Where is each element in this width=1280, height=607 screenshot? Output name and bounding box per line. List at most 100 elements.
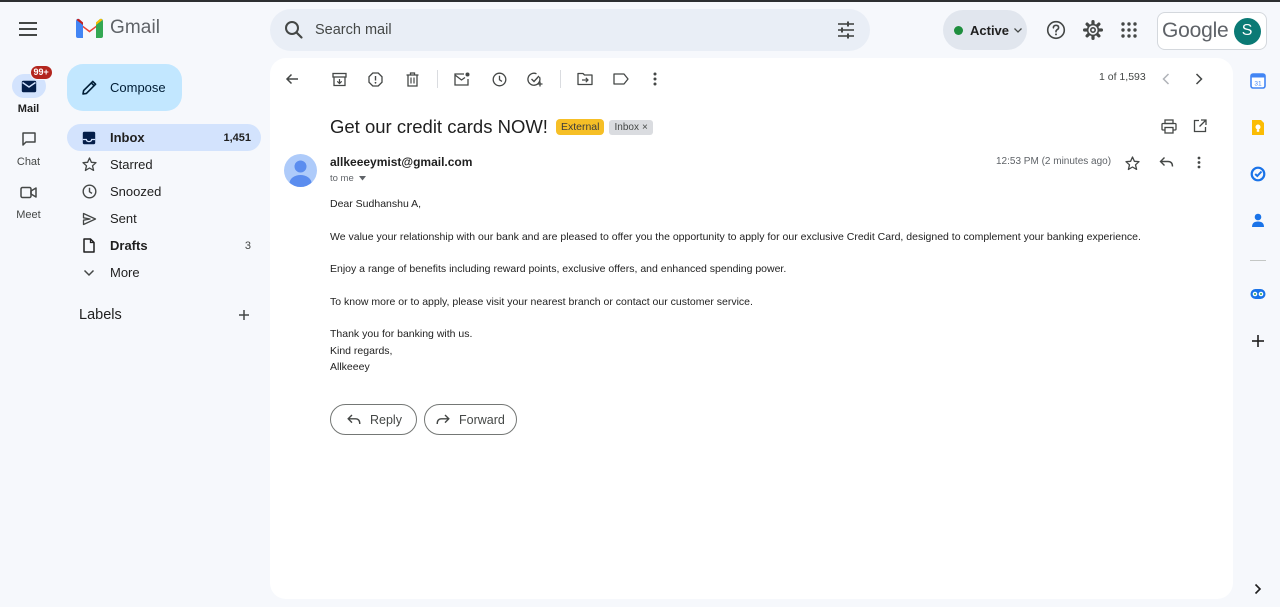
settings-button[interactable]: [1078, 15, 1108, 45]
gmail-logo[interactable]: Gmail: [76, 17, 160, 39]
greeting: Dear Sudhanshu A,: [330, 198, 422, 210]
inbox-icon: [82, 131, 96, 144]
rail-item-mail[interactable]: 99+ Mail: [0, 65, 57, 115]
older-button[interactable]: [1188, 68, 1210, 90]
nav-item-inbox[interactable]: Inbox 1,451: [67, 124, 261, 151]
rail-label-mail: Mail: [17, 103, 40, 115]
chevron-down-icon: [1014, 27, 1022, 33]
newer-button[interactable]: [1155, 68, 1177, 90]
search-input[interactable]: [315, 22, 825, 38]
calendar-icon: 31: [1250, 73, 1266, 89]
caret-down-icon: [358, 176, 366, 181]
calendar-app-button[interactable]: 31: [1248, 71, 1268, 91]
move-to-button[interactable]: [574, 68, 596, 90]
status-label: Active: [970, 22, 1010, 38]
more-vert-icon: [653, 72, 657, 86]
keep-app-button[interactable]: [1248, 117, 1268, 137]
toolbar-divider: [560, 70, 561, 88]
svg-text:31: 31: [1254, 81, 1262, 88]
search-bar[interactable]: [270, 9, 870, 51]
body-paragraph: We value your relationship with our bank…: [330, 230, 1141, 243]
print-button[interactable]: [1158, 115, 1180, 137]
nav-item-starred[interactable]: Starred: [67, 151, 261, 178]
message-view: 1 of 1,593 Get our credit cards NOW! Ext…: [270, 58, 1233, 599]
chevron-left-icon: [1162, 73, 1170, 85]
mark-unread-button[interactable]: [451, 68, 473, 90]
forward-icon: [436, 414, 450, 425]
contacts-app-button[interactable]: [1248, 210, 1268, 230]
google-wordmark: Google: [1162, 19, 1229, 42]
add-to-tasks-button[interactable]: [524, 68, 546, 90]
forward-label: Forward: [459, 412, 505, 427]
snooze-button[interactable]: [488, 68, 510, 90]
sender-avatar[interactable]: [284, 154, 317, 187]
message-body: Dear Sudhanshu A, We value your relation…: [330, 196, 1141, 376]
plus-icon: [1252, 335, 1264, 347]
recipient-details[interactable]: to me: [330, 173, 366, 184]
side-panel-rail: 31: [1240, 58, 1280, 607]
rail-item-chat[interactable]: Chat: [0, 127, 57, 168]
main-menu-button[interactable]: [13, 14, 43, 44]
labels-button[interactable]: [610, 68, 632, 90]
pencil-icon: [82, 80, 97, 95]
signature: Allkeeey: [330, 361, 370, 373]
nav-item-drafts[interactable]: Drafts 3: [67, 232, 261, 259]
draft-icon: [83, 238, 95, 253]
search-icon[interactable]: [282, 18, 306, 42]
inbox-label-chip[interactable]: Inbox ×: [609, 119, 653, 135]
chevron-right-icon: [1195, 73, 1203, 85]
rail-chat-pill: [12, 127, 46, 151]
nav-item-more[interactable]: More: [67, 259, 261, 286]
create-label-button[interactable]: [236, 307, 252, 323]
toolbar-divider: [437, 70, 438, 88]
compose-button[interactable]: Compose: [67, 64, 182, 111]
print-icon: [1161, 118, 1177, 134]
nav-label: Snoozed: [110, 184, 162, 199]
addon-icon: [1250, 289, 1266, 299]
nav-item-snoozed[interactable]: Snoozed: [67, 178, 261, 205]
delete-button[interactable]: [401, 68, 423, 90]
avatar: S: [1233, 17, 1261, 45]
nav-label: More: [110, 265, 140, 280]
move-folder-icon: [577, 72, 593, 86]
archive-button[interactable]: [328, 68, 350, 90]
rail-meet-pill: [12, 180, 46, 204]
account-button[interactable]: Google S: [1157, 12, 1267, 50]
recipient-text: to me: [330, 173, 354, 184]
clock-icon: [492, 72, 506, 86]
compose-label: Compose: [110, 80, 166, 95]
star-message-button[interactable]: [1121, 152, 1143, 174]
chevron-right-icon: [1254, 583, 1262, 595]
more-actions-button[interactable]: [644, 68, 666, 90]
support-button[interactable]: [1041, 15, 1071, 45]
help-icon: [1046, 20, 1066, 40]
message-more-button[interactable]: [1188, 151, 1210, 173]
tasks-app-button[interactable]: [1248, 164, 1268, 184]
get-addons-button[interactable]: [1248, 331, 1268, 351]
star-icon: [81, 157, 97, 172]
show-side-panel-button[interactable]: [1248, 579, 1268, 599]
apps-button[interactable]: [1114, 15, 1144, 45]
addon-app-button[interactable]: [1248, 284, 1268, 304]
remove-label-icon[interactable]: ×: [642, 122, 648, 133]
nav-item-sent[interactable]: Sent: [67, 205, 261, 232]
rail-divider: [1250, 260, 1266, 261]
reply-button[interactable]: Reply: [330, 404, 417, 435]
search-options-icon[interactable]: [836, 20, 856, 40]
body-paragraph: To know more or to apply, please visit y…: [330, 295, 753, 308]
open-in-new-icon: [1193, 119, 1207, 133]
forward-button[interactable]: Forward: [424, 404, 517, 435]
reply-icon-button[interactable]: [1155, 151, 1177, 173]
back-button[interactable]: [281, 68, 303, 90]
status-selector[interactable]: Active: [943, 10, 1027, 50]
external-label-chip: External: [555, 119, 605, 135]
sender-email[interactable]: allkeeeymist@gmail.com: [330, 155, 472, 169]
spam-icon: [367, 71, 383, 87]
more-vert-icon: [1197, 156, 1201, 168]
inbox-chip-label: Inbox: [614, 121, 639, 133]
report-spam-button[interactable]: [364, 68, 386, 90]
subject-line: Get our credit cards NOW! External Inbox…: [330, 116, 653, 138]
open-new-window-button[interactable]: [1189, 115, 1211, 137]
rail-item-meet[interactable]: Meet: [0, 180, 57, 221]
send-icon: [82, 212, 96, 225]
